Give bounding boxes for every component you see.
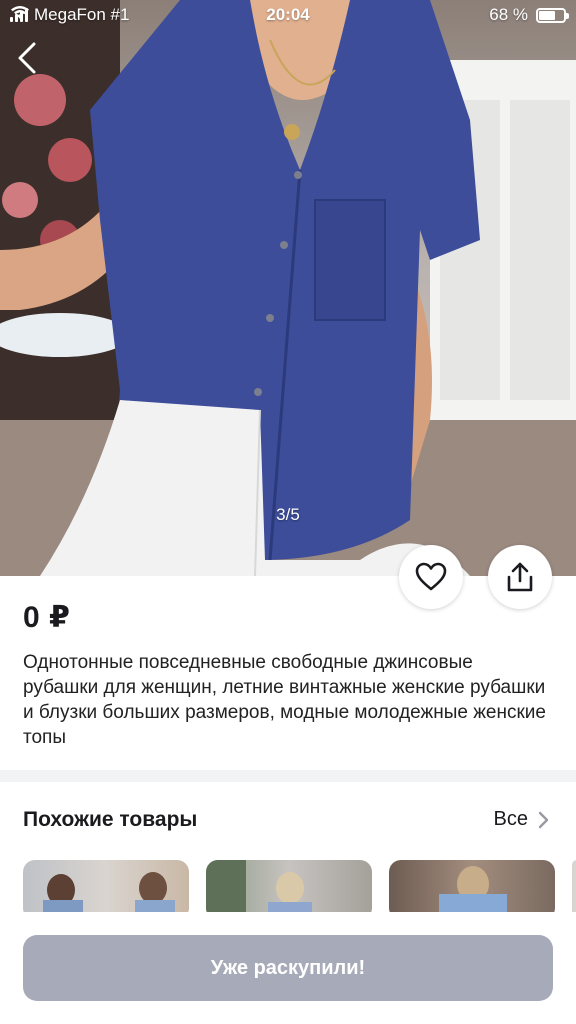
similar-product-card[interactable] xyxy=(23,860,189,912)
battery-icon xyxy=(536,7,569,23)
see-all-link[interactable]: Все xyxy=(494,808,550,831)
status-bar: MegaFon #1 20:04 68 % xyxy=(0,0,576,30)
product-price: 0 ₽ xyxy=(23,601,71,634)
similar-product-card[interactable] xyxy=(389,860,555,912)
back-button[interactable] xyxy=(12,40,44,76)
similar-product-image xyxy=(43,872,175,912)
sold-out-button: Уже раскупили! xyxy=(23,935,553,1001)
similar-product-card[interactable] xyxy=(206,860,372,912)
status-right: 68 % xyxy=(489,5,569,25)
product-description: Однотонные повседневные свободные джинсо… xyxy=(23,652,546,748)
favorite-button[interactable] xyxy=(399,545,463,609)
similar-products-carousel[interactable] xyxy=(23,860,576,912)
similar-products-title: Похожие товары xyxy=(23,808,198,831)
similar-product-card[interactable] xyxy=(572,860,576,912)
chevron-right-icon xyxy=(538,811,549,828)
similar-product-image xyxy=(206,860,312,912)
share-button[interactable] xyxy=(488,545,552,609)
chevron-left-icon xyxy=(18,42,36,74)
similar-product-image xyxy=(439,866,507,912)
product-image[interactable]: MegaFon #1 20:04 68 % 3/5 xyxy=(0,0,576,576)
image-counter: 3/5 xyxy=(276,505,300,524)
share-icon xyxy=(507,562,533,592)
heart-icon xyxy=(415,562,447,591)
section-divider xyxy=(0,770,576,782)
battery-percent: 68 % xyxy=(489,5,528,24)
see-all-label: Все xyxy=(493,808,528,830)
product-photo-illustration xyxy=(0,0,576,576)
